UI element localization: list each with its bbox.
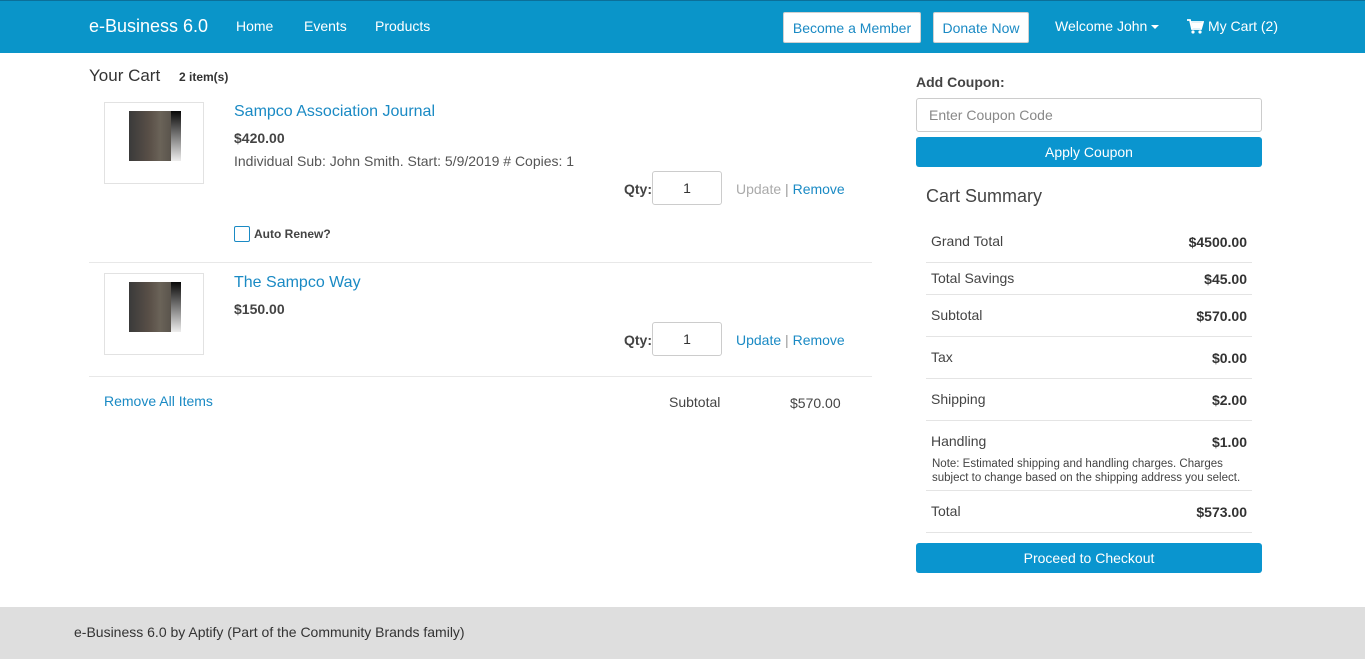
divider [89, 376, 872, 377]
summary-row-grand-total: Grand Total $4500.00 [926, 225, 1252, 263]
auto-renew-option[interactable]: Auto Renew? [234, 226, 331, 242]
qty-label: Qty: [624, 181, 652, 197]
become-member-button[interactable]: Become a Member [783, 12, 921, 43]
nav-events-link[interactable]: Events [304, 18, 347, 34]
brand-logo-text[interactable]: e-Business 6.0 [89, 16, 208, 37]
caret-down-icon [1151, 25, 1160, 29]
coupon-label: Add Coupon: [916, 74, 1005, 90]
summary-value: $1.00 [1211, 434, 1247, 450]
summary-row-handling: Handling $1.00 Note: Estimated shipping … [926, 421, 1252, 491]
summary-label: Handling [931, 433, 987, 449]
welcome-user-dropdown[interactable]: Welcome John [1055, 18, 1160, 34]
summary-label: Grand Total [931, 233, 1004, 249]
summary-row-total-savings: Total Savings $45.00 [926, 263, 1252, 295]
my-cart-link[interactable]: My Cart (2) [1187, 18, 1278, 34]
summary-value: $573.00 [1196, 504, 1247, 520]
summary-value: $4500.00 [1188, 234, 1247, 250]
summary-value: $570.00 [1196, 308, 1247, 324]
subtotal-label: Subtotal [669, 394, 721, 410]
quantity-input[interactable] [652, 171, 722, 205]
welcome-label: Welcome John [1055, 18, 1148, 34]
page-title: Your Cart [89, 66, 161, 85]
coupon-code-input[interactable] [916, 98, 1262, 132]
shipping-note: Note: Estimated shipping and handling ch… [932, 458, 1241, 484]
footer-text: e-Business 6.0 by Aptify (Part of the Co… [74, 624, 465, 640]
summary-value: $2.00 [1211, 392, 1247, 408]
cart-summary-title: Cart Summary [926, 186, 1043, 206]
product-thumbnail[interactable] [104, 273, 204, 355]
book-cover-image [129, 282, 181, 332]
product-name-link[interactable]: Sampco Association Journal [234, 103, 435, 121]
footer: e-Business 6.0 by Aptify (Part of the Co… [0, 607, 1365, 659]
summary-row-subtotal: Subtotal $570.00 [926, 295, 1252, 337]
update-link[interactable]: Update [736, 181, 781, 197]
subtotal-value: $570.00 [790, 395, 841, 411]
product-description: Individual Sub: John Smith. Start: 5/9/2… [234, 153, 575, 169]
product-name-link[interactable]: The Sampco Way [234, 274, 361, 292]
separator: | [785, 181, 789, 197]
summary-label: Total Savings [931, 270, 1015, 286]
cart-item-count: 2 item(s) [179, 70, 229, 84]
book-cover-image [129, 111, 181, 161]
apply-coupon-button[interactable]: Apply Coupon [916, 137, 1262, 167]
summary-label: Subtotal [931, 307, 983, 323]
top-navbar: e-Business 6.0 Home Events Products Beco… [0, 0, 1365, 53]
summary-label: Tax [931, 349, 953, 365]
shopping-cart-icon [1187, 18, 1204, 34]
product-thumbnail[interactable] [104, 102, 204, 184]
auto-renew-label: Auto Renew? [254, 227, 331, 241]
donate-now-button[interactable]: Donate Now [933, 12, 1029, 43]
summary-value: $0.00 [1211, 350, 1247, 366]
divider [89, 262, 872, 263]
summary-label: Total [931, 503, 961, 519]
product-price: $420.00 [234, 130, 285, 146]
my-cart-label: My Cart (2) [1208, 18, 1278, 34]
remove-link[interactable]: Remove [793, 332, 845, 348]
qty-label: Qty: [624, 332, 652, 348]
summary-label: Shipping [931, 391, 986, 407]
proceed-to-checkout-button[interactable]: Proceed to Checkout [916, 543, 1262, 573]
summary-value: $45.00 [1204, 271, 1247, 287]
remove-link[interactable]: Remove [793, 181, 845, 197]
summary-row-total: Total $573.00 [926, 491, 1252, 533]
summary-row-shipping: Shipping $2.00 [926, 379, 1252, 421]
item-actions: Update | Remove [736, 332, 845, 348]
summary-row-tax: Tax $0.00 [926, 337, 1252, 379]
nav-home-link[interactable]: Home [236, 18, 273, 34]
auto-renew-checkbox[interactable] [234, 226, 250, 242]
quantity-input[interactable] [652, 322, 722, 356]
update-link[interactable]: Update [736, 332, 781, 348]
product-price: $150.00 [234, 301, 285, 317]
remove-all-items-link[interactable]: Remove All Items [104, 393, 213, 409]
item-actions: Update | Remove [736, 181, 845, 197]
nav-products-link[interactable]: Products [375, 18, 430, 34]
separator: | [785, 332, 789, 348]
